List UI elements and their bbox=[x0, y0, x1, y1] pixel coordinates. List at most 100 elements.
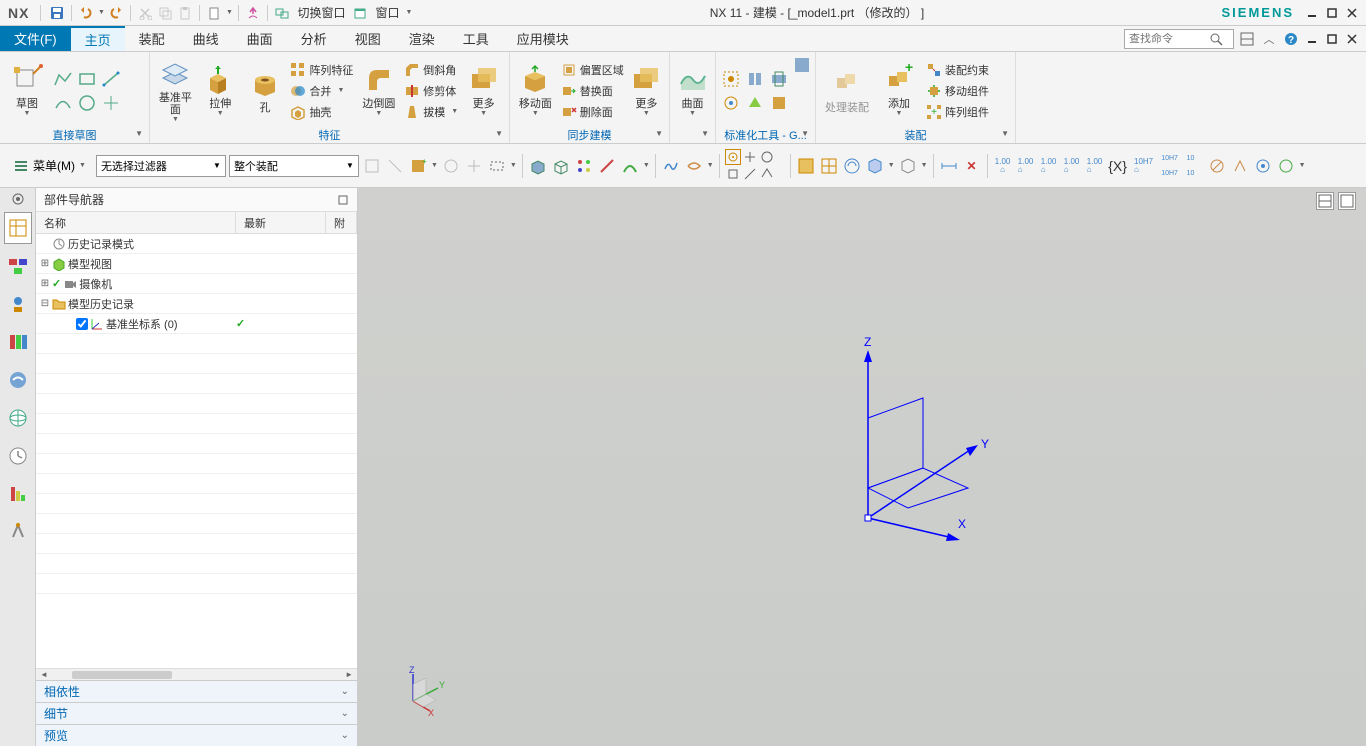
view-tool-1-icon[interactable] bbox=[796, 156, 816, 176]
search-icon[interactable] bbox=[1209, 32, 1223, 46]
redo-icon[interactable] bbox=[107, 4, 125, 22]
std-tool-6-icon[interactable] bbox=[768, 92, 790, 114]
manufacturing-tab[interactable] bbox=[4, 516, 32, 548]
sel-tool-4-icon[interactable] bbox=[441, 156, 461, 176]
tree-row-model-view[interactable]: ⊞模型视图 bbox=[36, 254, 357, 274]
doc-minimize-button[interactable] bbox=[1304, 32, 1320, 46]
replace-face-button[interactable]: 替换面 bbox=[559, 81, 626, 101]
tol-bracket-icon[interactable]: {X} bbox=[1108, 156, 1128, 176]
add-component-button[interactable]: + 添加▼ bbox=[876, 62, 922, 119]
measure-1-icon[interactable] bbox=[939, 156, 959, 176]
tree-row-datum-csys[interactable]: 基准坐标系 (0) ✓ bbox=[36, 314, 357, 334]
web-browser-tab[interactable] bbox=[4, 402, 32, 434]
selection-filter-dropdown[interactable]: 无选择过滤器▼ bbox=[96, 155, 226, 177]
sym-4-icon[interactable] bbox=[1276, 156, 1296, 176]
curve-tool-2-icon[interactable] bbox=[684, 156, 704, 176]
navigator-scrollbar[interactable]: ◄ ► bbox=[36, 668, 357, 680]
layout-icon[interactable] bbox=[1238, 30, 1256, 48]
undo-icon[interactable] bbox=[77, 4, 95, 22]
snap-5-icon[interactable] bbox=[742, 166, 758, 182]
curve-tool-1-icon[interactable] bbox=[661, 156, 681, 176]
view-tool-2-icon[interactable] bbox=[819, 156, 839, 176]
col-name[interactable]: 名称 bbox=[36, 212, 236, 233]
assembly-constraint-button[interactable]: 装配约束 bbox=[924, 60, 991, 80]
measure-2-icon[interactable]: ✕ bbox=[962, 156, 982, 176]
windows-icon[interactable] bbox=[273, 4, 291, 22]
snap-6-icon[interactable] bbox=[759, 166, 775, 182]
menu-tools[interactable]: 工具 bbox=[449, 26, 503, 51]
sel-curve-icon[interactable] bbox=[620, 156, 640, 176]
process-studio-tab[interactable] bbox=[4, 478, 32, 510]
menu-view[interactable]: 视图 bbox=[341, 26, 395, 51]
surface-button[interactable]: 曲面▼ bbox=[674, 62, 711, 119]
sel-tool-3-icon[interactable]: + bbox=[408, 156, 428, 176]
more-feature-button[interactable]: 更多▼ bbox=[462, 62, 505, 119]
tree-row-model-history[interactable]: ⊟模型历史记录 bbox=[36, 294, 357, 314]
tol-4-icon[interactable]: 1.00⌂ bbox=[1062, 156, 1082, 176]
page-dropdown-icon[interactable]: ▼ bbox=[225, 4, 233, 22]
pin-icon[interactable] bbox=[337, 194, 349, 206]
sketch-button[interactable]: 草图 ▼ bbox=[4, 62, 50, 119]
tree-row-camera[interactable]: ⊞✓摄像机 bbox=[36, 274, 357, 294]
copy-icon[interactable] bbox=[156, 4, 174, 22]
more-sync-button[interactable]: 更多▼ bbox=[628, 62, 665, 119]
scope-dropdown[interactable]: 整个装配▼ bbox=[229, 155, 359, 177]
graphics-viewport[interactable]: Z Y X Z Y X bbox=[358, 188, 1366, 746]
navigator-tree[interactable]: 历史记录模式 ⊞模型视图 ⊞✓摄像机 ⊟模型历史记录 基准坐标系 (0) ✓ bbox=[36, 234, 357, 668]
std-tool-3-icon[interactable] bbox=[768, 68, 790, 90]
tol-1-icon[interactable]: 1.00⌂ bbox=[993, 156, 1013, 176]
sel-tool-2-icon[interactable] bbox=[385, 156, 405, 176]
snap-2-icon[interactable] bbox=[742, 149, 758, 165]
menu-analysis[interactable]: 分析 bbox=[287, 26, 341, 51]
snap-1-icon[interactable] bbox=[725, 149, 741, 165]
minimize-button[interactable] bbox=[1304, 6, 1320, 20]
command-search[interactable] bbox=[1124, 29, 1234, 49]
std-tool-7-icon[interactable] bbox=[792, 54, 812, 76]
tree-row-history-mode[interactable]: 历史记录模式 bbox=[36, 234, 357, 254]
edge-blend-button[interactable]: 边倒圆▼ bbox=[357, 62, 400, 119]
menu-surface[interactable]: 曲面 bbox=[233, 26, 287, 51]
sel-tool-6-icon[interactable] bbox=[487, 156, 507, 176]
save-icon[interactable] bbox=[48, 4, 66, 22]
arc-icon[interactable] bbox=[52, 92, 74, 114]
assembly-navigator-tab[interactable] bbox=[4, 250, 32, 282]
move-component-button[interactable]: 移动组件 bbox=[924, 81, 991, 101]
line-icon[interactable] bbox=[100, 68, 122, 90]
window-button[interactable]: 窗口 bbox=[371, 4, 403, 21]
history-tab[interactable] bbox=[4, 440, 32, 472]
circle-icon[interactable] bbox=[76, 92, 98, 114]
sel-edge-icon[interactable] bbox=[597, 156, 617, 176]
combine-button[interactable]: 合并▼ bbox=[288, 81, 355, 101]
paste-icon[interactable] bbox=[176, 4, 194, 22]
chamfer-button[interactable]: 倒斜角 bbox=[402, 60, 460, 80]
window-icon[interactable] bbox=[351, 4, 369, 22]
hole-button[interactable]: 孔 bbox=[244, 66, 287, 116]
tol-7-icon[interactable]: 10H7 bbox=[1160, 151, 1180, 165]
view-tool-3-icon[interactable] bbox=[842, 156, 862, 176]
menu-assembly[interactable]: 装配 bbox=[125, 26, 179, 51]
std-tool-2-icon[interactable] bbox=[744, 68, 766, 90]
datum-csys-checkbox[interactable] bbox=[76, 318, 88, 330]
snap-4-icon[interactable] bbox=[725, 166, 741, 182]
rectangle-icon[interactable] bbox=[76, 68, 98, 90]
sym-1-icon[interactable] bbox=[1207, 156, 1227, 176]
process-assembly-button[interactable]: 处理装配 bbox=[820, 66, 874, 116]
tol-8-icon[interactable]: 10 bbox=[1181, 151, 1201, 165]
sel-cube-icon[interactable] bbox=[528, 156, 548, 176]
tol-10-icon[interactable]: 10 bbox=[1181, 166, 1201, 180]
dependency-section[interactable]: 相依性⌄ bbox=[36, 680, 357, 702]
sel-tool-1-icon[interactable] bbox=[362, 156, 382, 176]
collapse-ribbon-icon[interactable]: ︿ bbox=[1260, 30, 1278, 48]
snap-3-icon[interactable] bbox=[759, 149, 775, 165]
command-search-input[interactable] bbox=[1129, 33, 1209, 45]
constraint-navigator-tab[interactable] bbox=[4, 288, 32, 320]
pattern-component-button[interactable]: +阵列组件 bbox=[924, 102, 991, 122]
sel-tool-5-icon[interactable] bbox=[464, 156, 484, 176]
std-tool-1-icon[interactable] bbox=[720, 68, 742, 90]
menu-application[interactable]: 应用模块 bbox=[503, 26, 583, 51]
menu-curve[interactable]: 曲线 bbox=[179, 26, 233, 51]
draft-button[interactable]: 拔模▼ bbox=[402, 102, 460, 122]
tol-9-icon[interactable]: 10H7 bbox=[1160, 166, 1180, 180]
offset-region-button[interactable]: 偏置区域 bbox=[559, 60, 626, 80]
move-face-button[interactable]: 移动面▼ bbox=[514, 62, 557, 119]
